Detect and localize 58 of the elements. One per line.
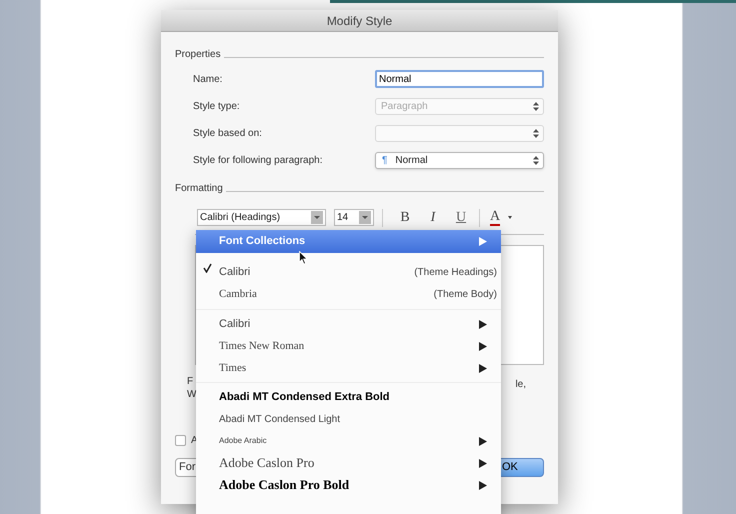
description-text: le, [515,378,526,392]
font-menu-item[interactable]: Times New Roman [196,335,501,357]
bold-button[interactable]: B [395,207,415,228]
font-name: Cambria [219,286,258,302]
font-menu-item[interactable]: Calibri (Theme Headings) [196,261,501,283]
checkmark-icon [203,263,212,273]
font-note: (Theme Body) [434,288,497,302]
pilcrow-icon: ¶ [382,153,388,168]
submenu-arrow-icon [479,436,487,446]
dropdown-value: Normal [395,154,429,168]
font-note: (Theme Headings) [414,266,497,280]
submenu-arrow-icon [479,458,487,468]
font-menu-item[interactable]: Abadi MT Condensed Extra Bold [196,386,501,408]
description-text: F [187,375,194,388]
size-combo[interactable]: 14 [334,209,374,226]
stepper-icon [533,156,539,165]
field-label: Style for following paragraph: [193,154,323,168]
submenu-arrow-icon [479,237,487,246]
field-label: Style type: [193,100,240,114]
checkbox[interactable] [175,435,186,446]
stepper-icon [533,129,539,138]
section-heading: Formatting [175,182,223,196]
field-label: Name: [193,72,222,86]
caret-icon [508,216,512,219]
font-color-button[interactable]: A [490,210,500,226]
name-field[interactable]: Normal [375,70,544,88]
field-label: Style based on: [193,127,262,141]
font-menu-item[interactable]: Cambria (Theme Body) [196,283,501,305]
section-heading: Properties [175,48,221,62]
font-menu-item[interactable]: Adobe Caslon Pro Bold [196,474,501,496]
font-name: Abadi MT Condensed Extra Bold [219,390,391,405]
font-menu-item[interactable]: Abadi MT Condensed Light [196,408,501,430]
mouse-pointer-icon [299,251,308,265]
font-name: Times [219,360,248,376]
italic-button[interactable]: I [423,207,443,228]
dropdown-value: Paragraph [381,100,429,114]
font-name: Adobe Caslon Pro [219,454,316,472]
stepper-icon [533,102,539,111]
font-name: Adobe Arabic [219,435,268,447]
style-dropdown[interactable]: ¶ Normal [375,152,544,169]
font-menu-item[interactable]: Times [196,357,501,379]
submenu-arrow-icon [479,364,487,372]
submenu-arrow-icon [479,320,487,328]
underline-button[interactable]: U [451,207,471,228]
font-combo[interactable]: Calibri (Headings) [197,209,326,226]
font-name: Abadi MT Condensed Light [219,412,342,426]
font-name: Calibri [219,316,252,332]
font-name: Calibri [219,264,252,280]
font-name: Times New Roman [219,338,306,354]
submenu-arrow-icon [479,342,487,350]
font-menu-item[interactable]: Calibri [196,313,501,335]
submenu-arrow-icon [479,480,487,490]
window-title: Modify Style [326,12,392,30]
font-menu-item[interactable]: Adobe Arabic [196,430,501,452]
font-name: Font Collections [219,234,306,250]
description-text: W [187,388,196,401]
font-menu-item[interactable]: Font Collections [196,230,501,253]
font-name: Adobe Caslon Pro Bold [219,476,350,494]
